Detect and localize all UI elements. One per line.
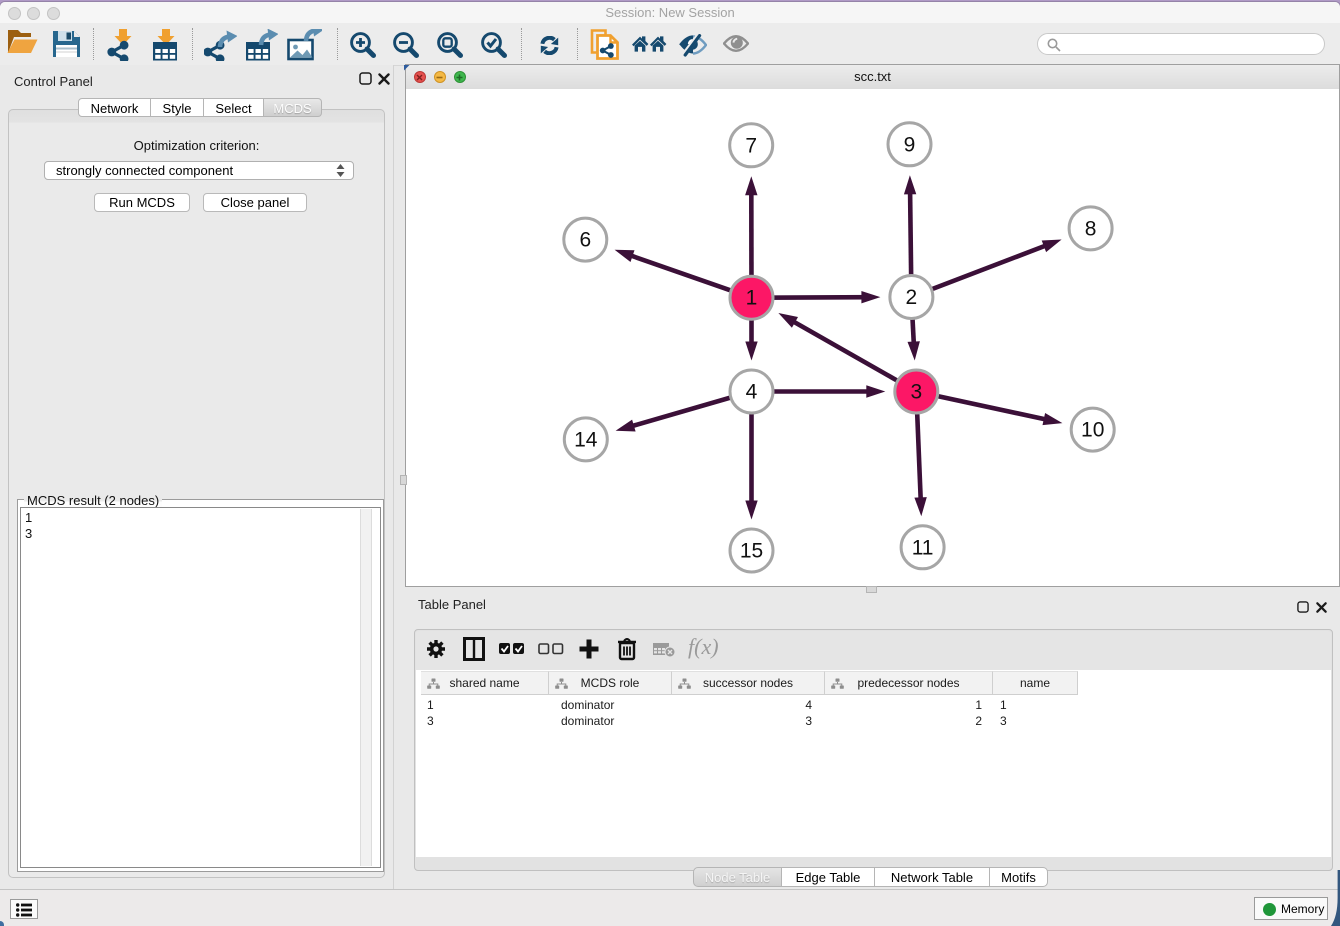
svg-text:10: 10	[1081, 419, 1104, 442]
svg-text:15: 15	[740, 540, 763, 563]
svg-text:6: 6	[579, 229, 591, 252]
svg-text:11: 11	[912, 536, 934, 559]
svg-text:7: 7	[745, 134, 757, 157]
svg-text:2: 2	[906, 286, 918, 309]
svg-text:14: 14	[574, 428, 598, 451]
svg-text:4: 4	[746, 381, 758, 404]
svg-text:1: 1	[746, 287, 758, 310]
svg-text:3: 3	[910, 381, 922, 404]
svg-text:9: 9	[904, 133, 916, 156]
svg-text:8: 8	[1085, 217, 1097, 240]
